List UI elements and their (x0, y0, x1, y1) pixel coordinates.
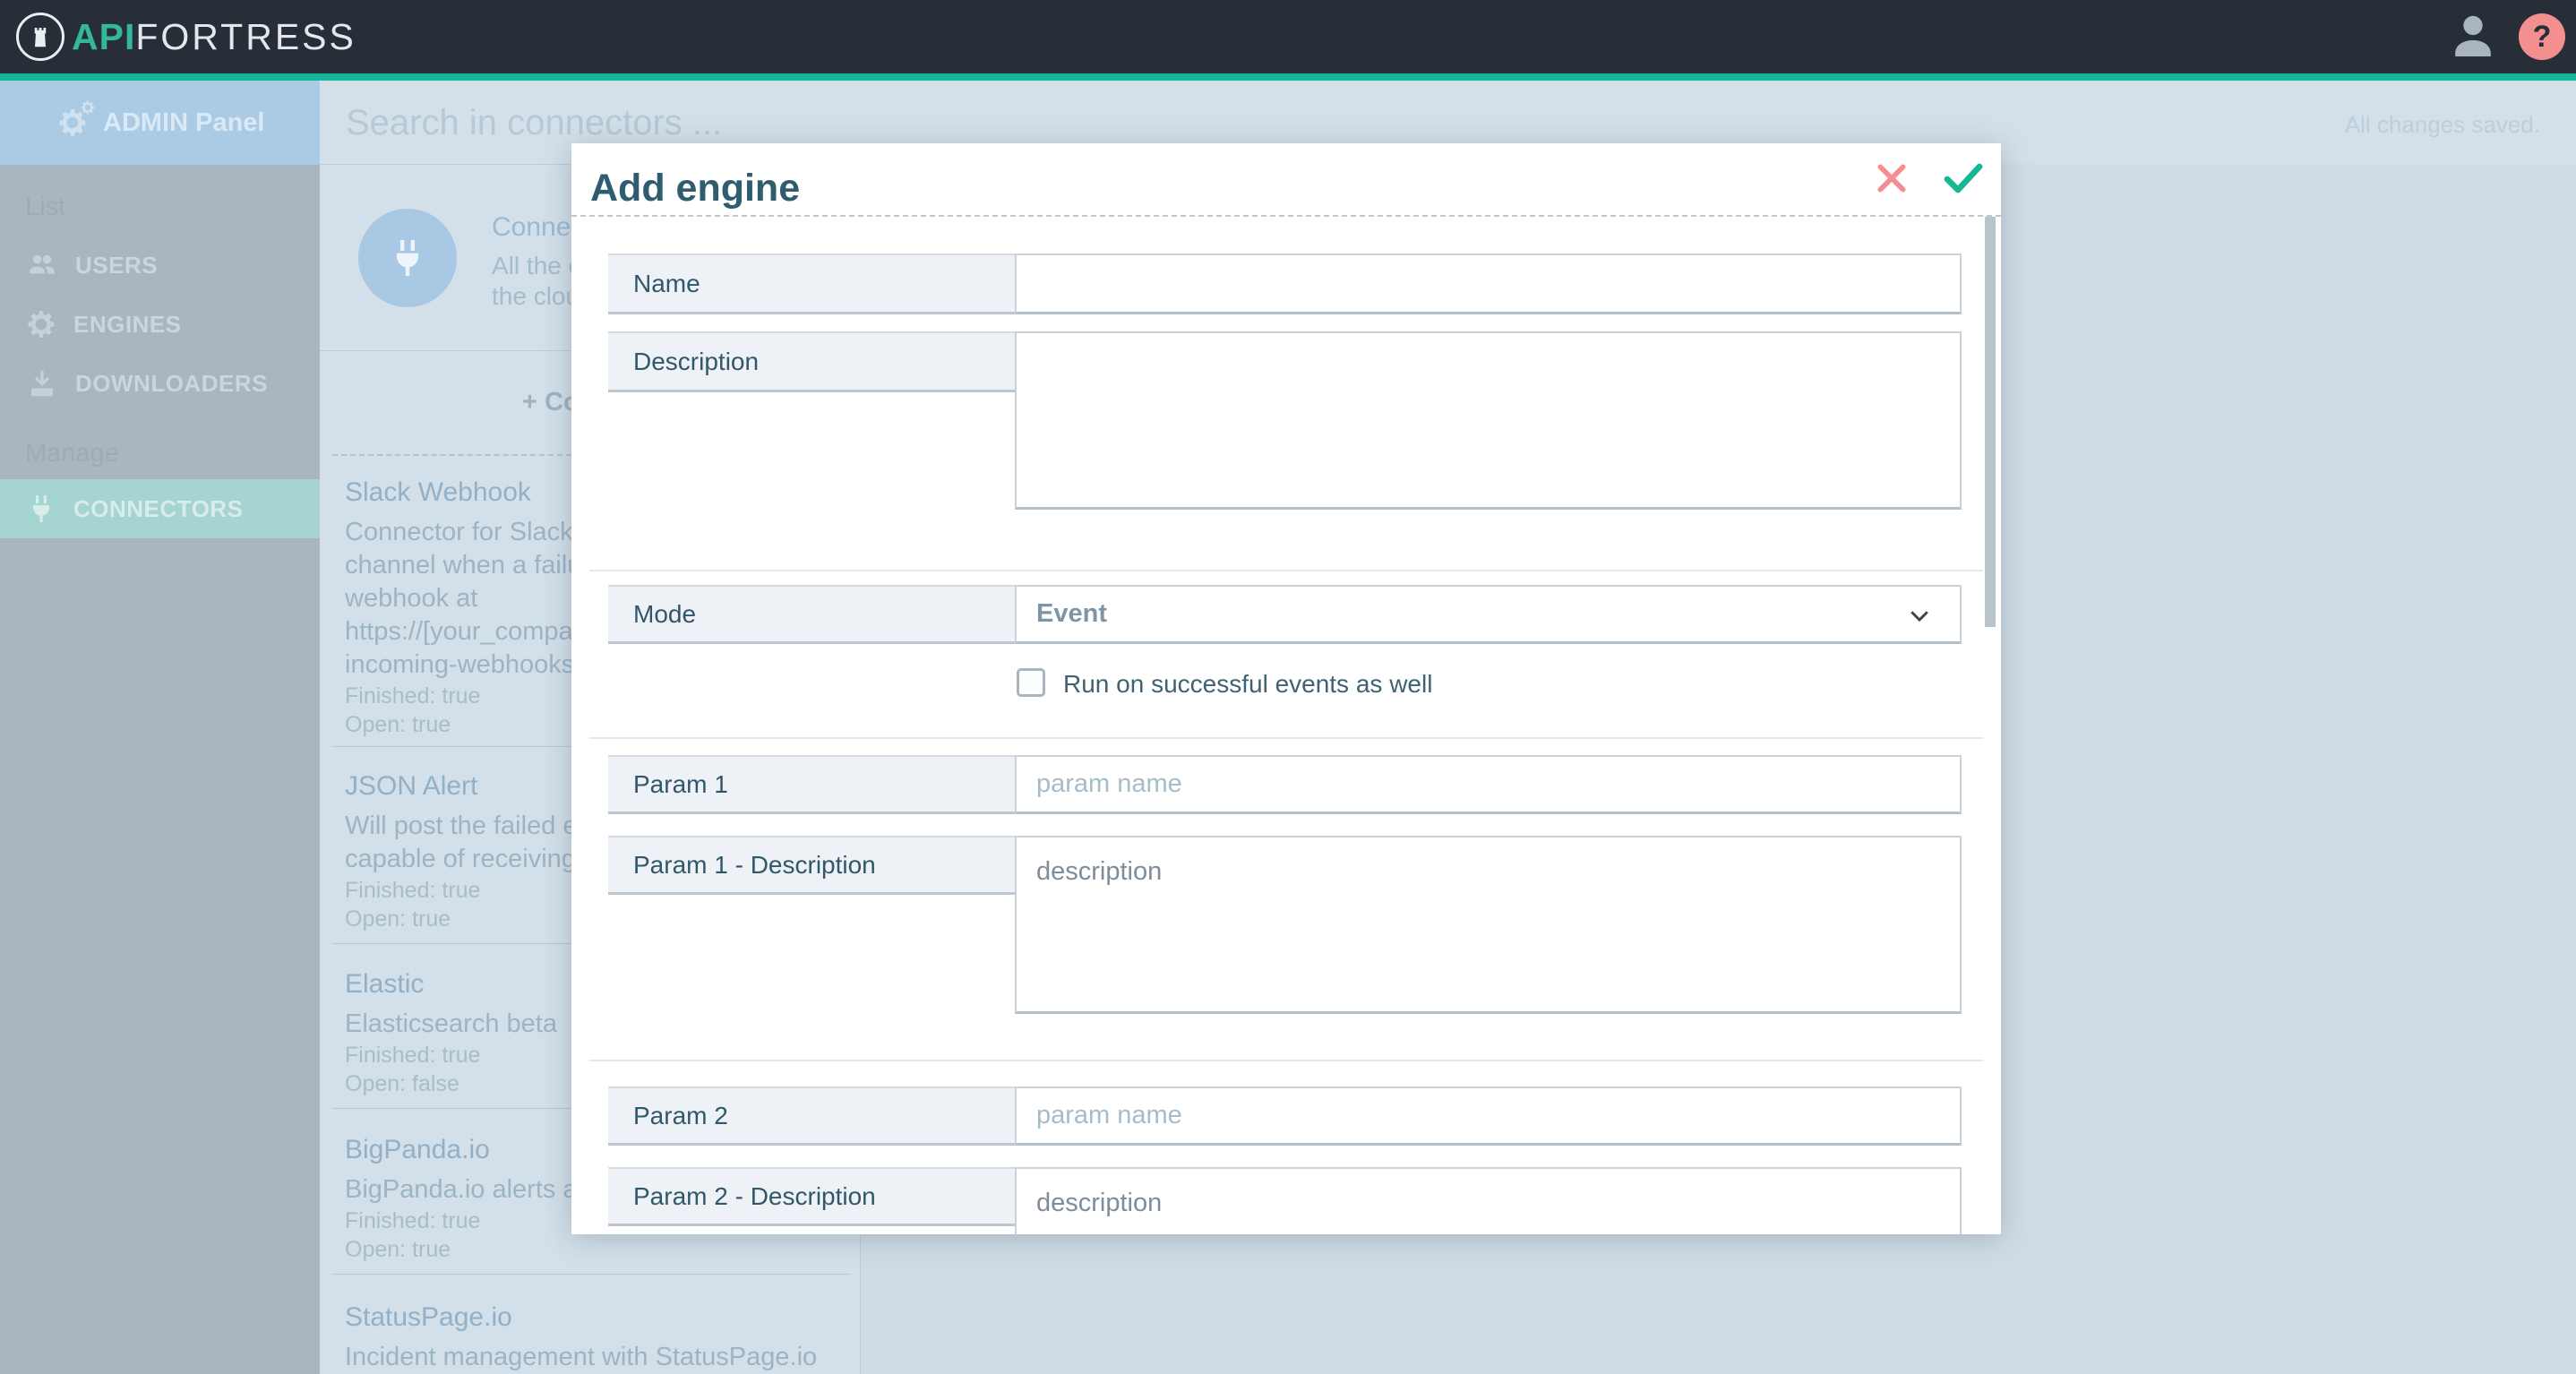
mode-select[interactable]: Event (1015, 585, 1962, 644)
param1-description-field-label: Param 1 - Description (608, 836, 1015, 895)
sidebar-item-label: DOWNLOADERS (75, 370, 268, 398)
param1-input[interactable] (1015, 755, 1962, 814)
plug-icon (25, 493, 57, 525)
brand-fortress: FORTRESS (135, 16, 356, 58)
description-textarea[interactable] (1015, 331, 1962, 510)
param2-field-label: Param 2 (608, 1086, 1015, 1146)
mode-select-value: Event (1036, 599, 1107, 629)
list-divider (332, 1274, 850, 1275)
apifortress-logo-icon (16, 13, 64, 61)
sidebar: ADMIN Panel List USERS ENGINES DOWNLOADE… (0, 81, 320, 1374)
gears-icon (25, 308, 57, 340)
confirm-check-icon[interactable] (1942, 156, 1985, 199)
param2-description-textarea[interactable] (1015, 1167, 1962, 1234)
connectors-panel-subtitle-1: All the c (492, 252, 581, 280)
section-divider (589, 570, 1983, 571)
param1-field-label: Param 1 (608, 755, 1015, 814)
add-engine-modal: Add engine Name Description Mode Event (571, 143, 2001, 1234)
brand-api: API (72, 16, 135, 58)
section-divider (589, 1060, 1983, 1061)
sidebar-header-admin-panel[interactable]: ADMIN Panel (0, 81, 320, 165)
sidebar-item-label: ENGINES (73, 311, 182, 339)
connector-title: StatusPage.io (345, 1302, 846, 1341)
name-input[interactable] (1015, 253, 1962, 314)
sidebar-header-label: ADMIN Panel (103, 108, 264, 138)
close-icon[interactable] (1875, 161, 1909, 195)
fortress-glyph-icon (27, 23, 54, 50)
question-mark-glyph: ? (2533, 20, 2552, 55)
user-account-icon[interactable] (2447, 11, 2499, 63)
connectors-avatar (358, 209, 457, 307)
gears-icon (56, 107, 89, 139)
users-icon (25, 248, 59, 282)
download-icon (25, 366, 59, 400)
status-saved-text: All changes saved. (2345, 111, 2540, 139)
run-on-success-label: Run on successful events as well (1063, 670, 1432, 699)
sidebar-item-label: USERS (75, 252, 158, 279)
name-field-label: Name (608, 253, 1015, 314)
brand: APIFORTRESS (72, 0, 356, 73)
param2-description-field-label: Param 2 - Description (608, 1167, 1015, 1226)
chevron-down-icon (1906, 602, 1933, 629)
mode-field-label: Mode (608, 585, 1015, 644)
help-icon[interactable]: ? (2519, 13, 2565, 60)
list-item[interactable]: StatusPage.io Incident management with S… (345, 1302, 846, 1374)
sidebar-section-manage: Manage (25, 439, 119, 468)
section-divider (589, 737, 1983, 739)
param1-description-textarea[interactable] (1015, 836, 1962, 1014)
sidebar-item-engines[interactable]: ENGINES (0, 296, 320, 353)
sidebar-item-downloaders[interactable]: DOWNLOADERS (0, 355, 320, 412)
connectors-panel-title: Conne (492, 212, 571, 243)
accent-divider (0, 73, 2576, 81)
plug-icon (386, 236, 429, 279)
sidebar-item-connectors[interactable]: CONNECTORS (0, 479, 320, 538)
sidebar-item-users[interactable]: USERS (0, 236, 320, 294)
connector-meta: Open: true (345, 1235, 846, 1264)
modal-header-divider (571, 215, 2001, 217)
sidebar-item-label: CONNECTORS (73, 495, 243, 523)
modal-scrollbar-thumb[interactable] (1985, 217, 1996, 627)
run-on-success-checkbox[interactable] (1017, 668, 1045, 697)
modal-title: Add engine (590, 167, 800, 210)
param2-input[interactable] (1015, 1086, 1962, 1146)
connector-desc-line: Incident management with StatusPage.io (345, 1341, 846, 1374)
top-bar: APIFORTRESS ? (0, 0, 2576, 73)
description-field-label: Description (608, 331, 1015, 392)
sidebar-section-list: List (25, 193, 65, 222)
app-window: APIFORTRESS ? All changes saved. Conne A… (0, 0, 2576, 1374)
connectors-panel-subtitle-2: the clou (492, 282, 580, 311)
